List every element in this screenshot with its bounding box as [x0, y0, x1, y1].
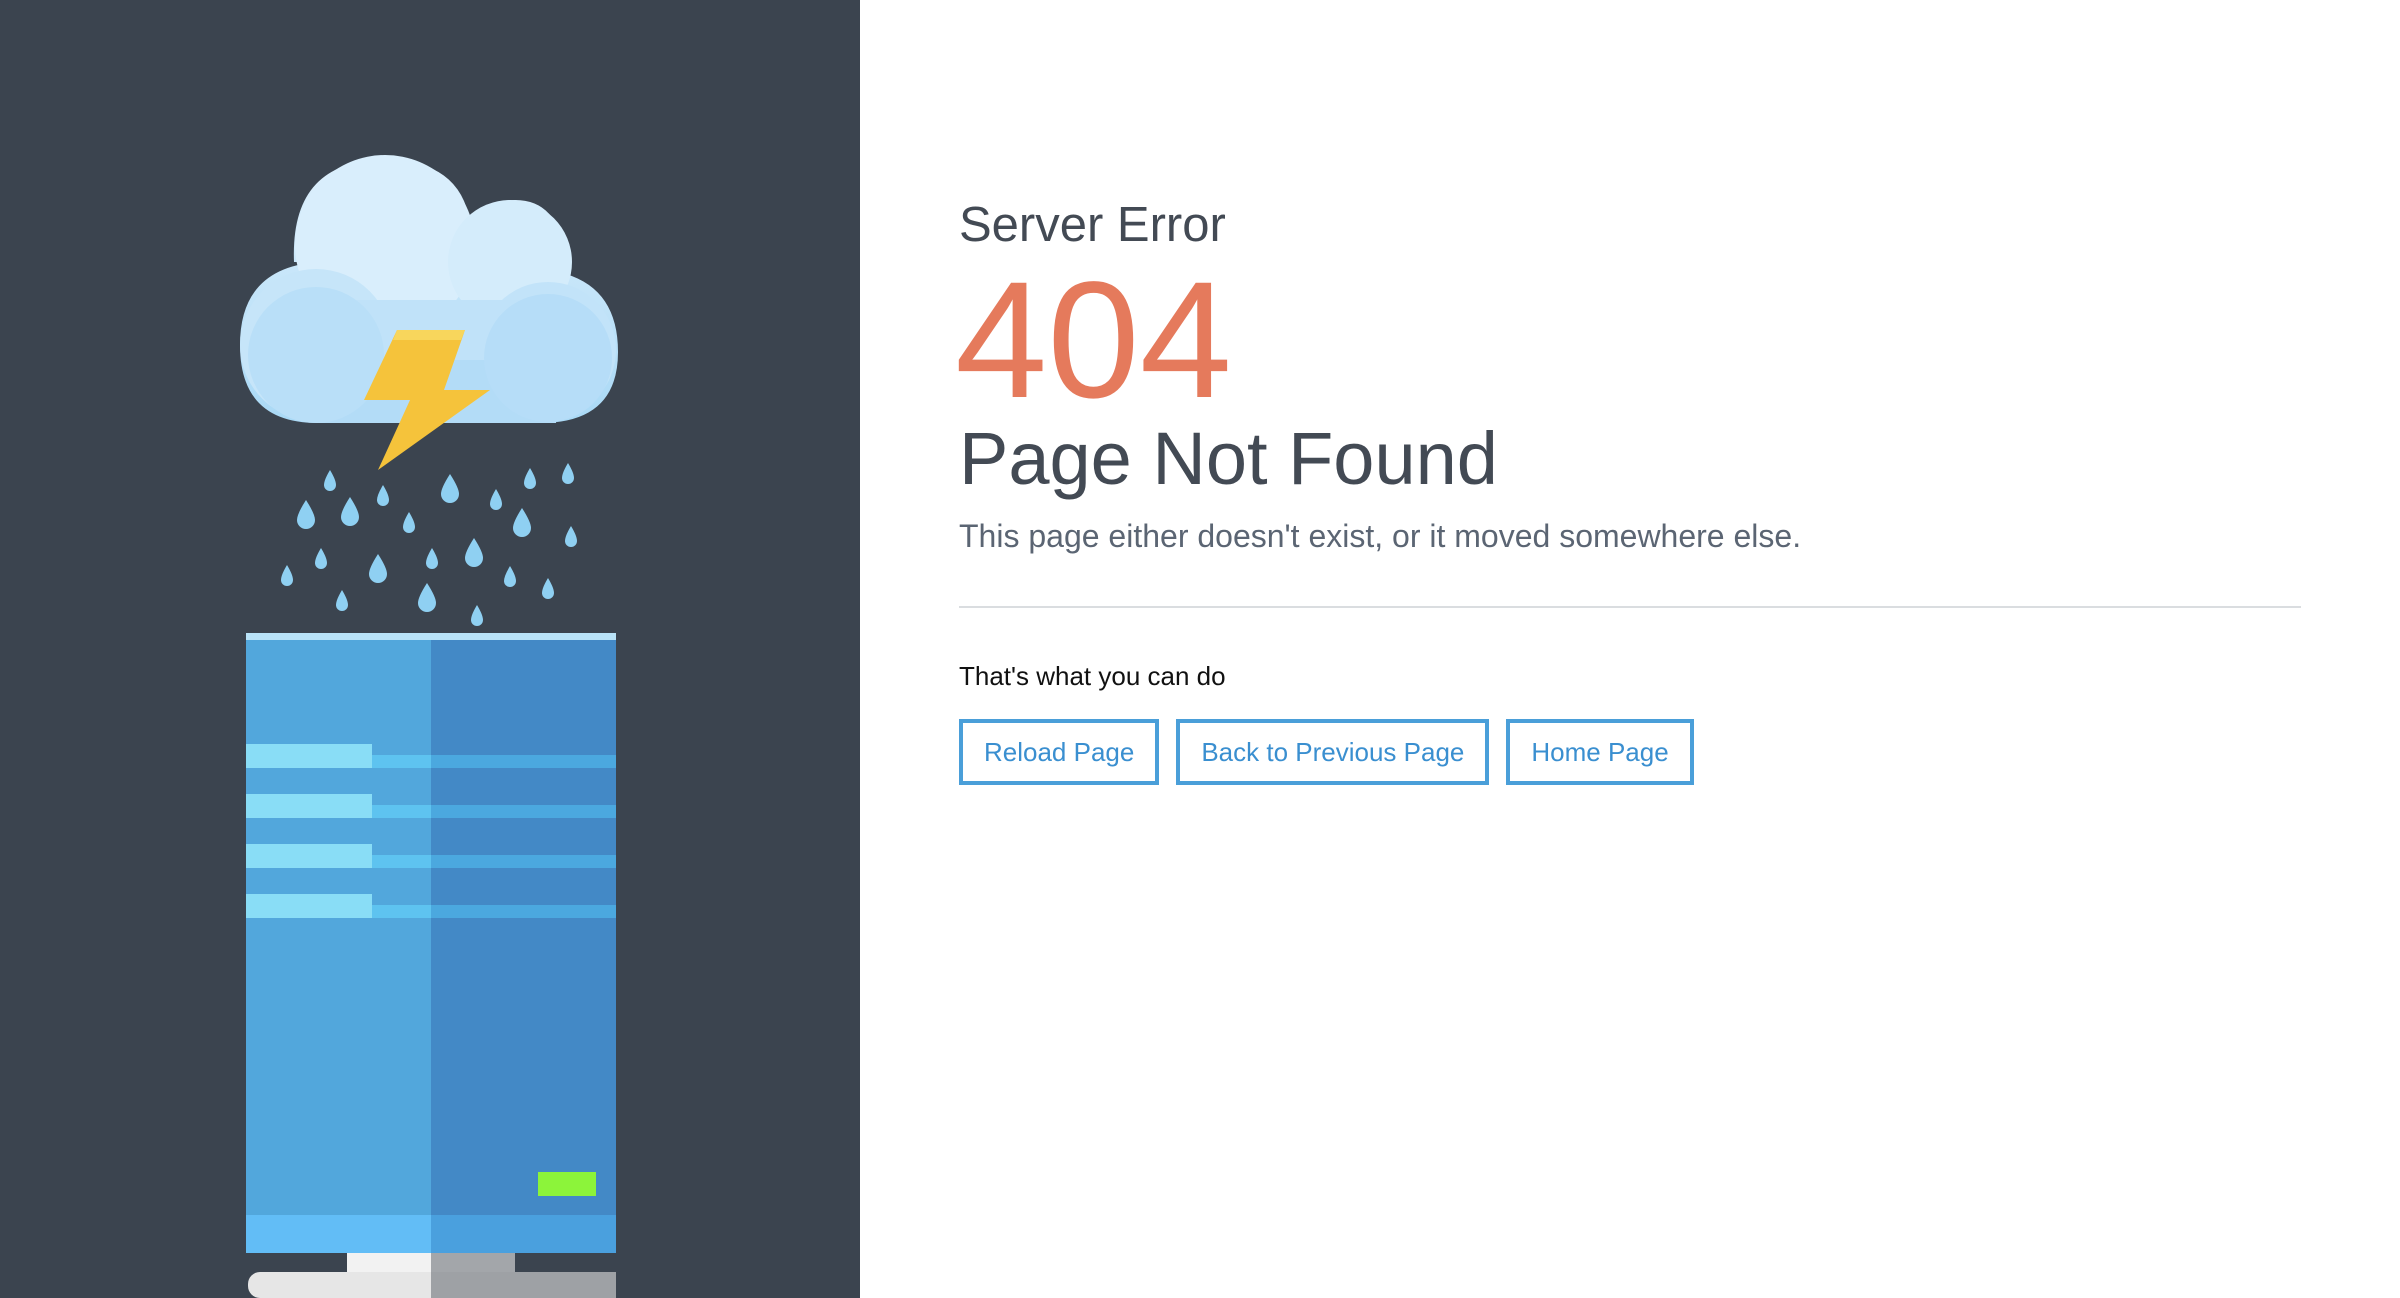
divider	[959, 606, 2301, 608]
illustration-panel	[0, 0, 860, 1298]
home-page-button[interactable]: Home Page	[1506, 719, 1694, 785]
error-description: This page either doesn't exist, or it mo…	[959, 518, 1802, 554]
reload-page-button[interactable]: Reload Page	[959, 719, 1160, 785]
error-code: 404	[955, 248, 1232, 433]
back-to-previous-page-button[interactable]: Back to Previous Page	[1176, 719, 1490, 785]
status-led	[538, 1172, 596, 1196]
server-rain-storm-illustration	[240, 155, 618, 1298]
server-tower-icon	[246, 633, 616, 1298]
error-page: Server Error 404 Page Not Found This pag…	[0, 0, 2400, 1298]
actions-heading: That's what you can do	[959, 661, 1226, 691]
action-buttons: Reload Page Back to Previous Page Home P…	[959, 719, 2301, 785]
raindrops	[281, 463, 577, 626]
error-label: Server Error	[959, 198, 1226, 252]
error-content: Server Error 404 Page Not Found This pag…	[955, 196, 2301, 785]
page-title: Page Not Found	[959, 417, 1498, 500]
error-content-panel: Server Error 404 Page Not Found This pag…	[860, 0, 2400, 1298]
